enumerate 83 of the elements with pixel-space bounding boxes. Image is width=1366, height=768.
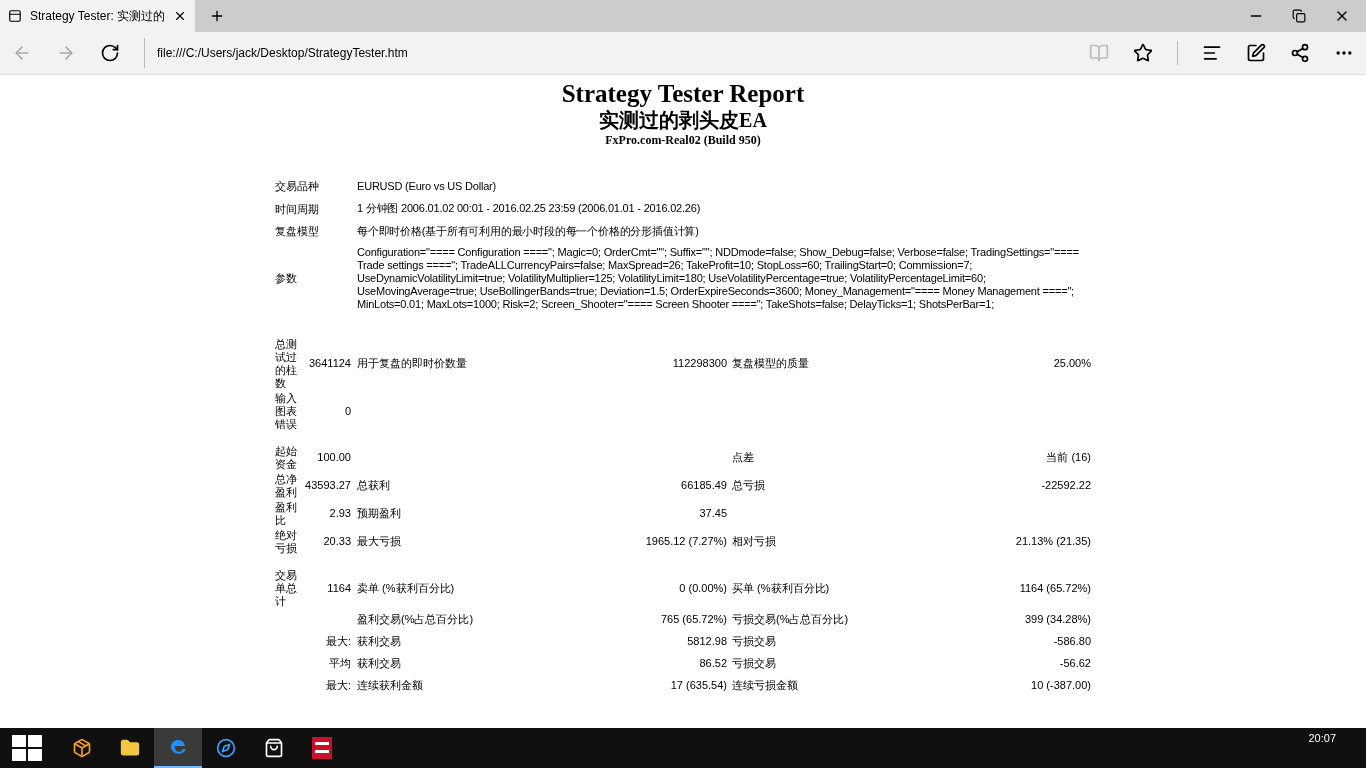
stat-value: 1965.12 (7.27%) <box>645 534 727 550</box>
stat-value: 10 (-387.00) <box>1031 678 1091 694</box>
compass-icon <box>216 738 236 758</box>
stat-value: 100.00 <box>317 451 351 464</box>
stat-label: 盈利比 <box>275 500 297 526</box>
stat-label: 起始资金 <box>275 444 297 470</box>
note-icon[interactable] <box>1246 43 1266 63</box>
stat-value: 1164 (65.72%) <box>1019 580 1091 596</box>
stat-value: 1164 <box>327 581 351 594</box>
field-label: 时间周期 <box>275 201 320 217</box>
stat-value: 20.33 <box>323 535 351 548</box>
folder-icon <box>120 738 140 758</box>
field-value: Configuration="==== Configuration ===="; Magic=0; OrderCmt=""; Suffix=""; NDDmode=false; Show_Debug=false; Verbose=false; TradingSettings="==== Trade settings ===="; TradeALLCurrencyPairs=false; MaxSpread=26; TakeProfit=10; StopLoss=60; TrailingStart=0; Commission=7; UseDynamicVolatilityLimit=true; VolatilityMultiplier=125; VolatilityLimit=180; UseVolatilityPercentage=true; VolatilityPercentageLimit=60; UseMovingAverage=true; UseBollingerBands=true; Deviation=1.5; OrderExpireSeconds=3600; Money_Management="==== Money Management ===="; MinLots=0.01; MaxLots=1000; Risk=2; Screen_Shooter="==== Screen Shooter ===="; TakeShots=false; DelayTicks=1; ShotsPerBar=1; <box>357 245 1080 311</box>
stat-value: 最大: <box>325 679 351 692</box>
stat-value: 112298300 <box>672 356 727 372</box>
stat-label: 盈利交易(%占总百分比) <box>357 612 474 628</box>
stat-label: 亏损交易 <box>732 656 776 672</box>
refresh-icon[interactable] <box>100 43 120 63</box>
stat-label: 交易单总计 <box>275 568 297 607</box>
stat-label: 连续获利金额 <box>357 678 423 694</box>
favorite-icon[interactable] <box>1133 43 1153 63</box>
stat-value: 0 <box>344 404 351 417</box>
stat-value: 25.00% <box>1053 356 1091 372</box>
field-value: 每个即时价格(基于所有可利用的最小时段的每一个价格的分形插值计算) <box>357 224 700 238</box>
package-icon <box>72 738 92 758</box>
stat-label: 连续亏损金额 <box>732 678 798 694</box>
stat-value: 399 (34.28%) <box>1024 612 1091 628</box>
stat-value: 2.93 <box>329 507 351 520</box>
field-label: 复盘模型 <box>275 224 320 239</box>
tab-title: Strategy Tester: 实测过的 <box>29 8 166 25</box>
stat-value: 765 (65.72%) <box>660 612 727 628</box>
stat-label: 输入图表错误 <box>275 391 297 430</box>
page-icon <box>8 9 22 23</box>
stat-label: 预期盈利 <box>357 506 401 522</box>
hub-icon[interactable] <box>1202 43 1222 63</box>
stat-value: 37.45 <box>699 506 727 522</box>
stat-label: 亏损交易(%占总百分比) <box>732 612 849 628</box>
stat-value: 5812.98 <box>687 634 727 650</box>
stat-value: -586.80 <box>1053 634 1091 650</box>
clock: 20:07 <box>1308 731 1337 746</box>
stat-label: 总净盈利 <box>275 472 297 498</box>
field-label: 交易品种 <box>275 179 320 194</box>
stat-label: 卖单 (%获利百分比) <box>357 580 455 596</box>
stat-value: -22592.22 <box>1041 478 1091 494</box>
stat-value: 86.52 <box>699 656 727 672</box>
stat-value: 0 (0.00%) <box>679 580 727 596</box>
stat-label: 用于复盘的即时价数量 <box>357 356 467 372</box>
browser-icon <box>168 737 188 757</box>
stat-label: 最大亏损 <box>357 534 401 550</box>
stat-value: -56.62 <box>1059 656 1091 672</box>
stat-label: 相对亏损 <box>732 534 776 550</box>
stat-value: 平均 <box>329 657 351 670</box>
stat-value: 17 (635.54) <box>670 678 727 694</box>
stat-label: 买单 (%获利百分比) <box>732 580 830 596</box>
stat-value: 3641124 <box>309 357 351 370</box>
stat-value: 当前 (16) <box>1046 450 1091 466</box>
browser-tab[interactable]: Strategy Tester: 实测过的 <box>0 0 195 32</box>
stat-label: 点差 <box>732 450 754 466</box>
stat-label: 获利交易 <box>357 656 401 672</box>
stat-label: 获利交易 <box>357 634 401 650</box>
stat-label: 绝对亏损 <box>275 528 297 554</box>
new-tab-icon[interactable] <box>209 8 225 24</box>
store-icon <box>264 738 284 758</box>
stat-label: 复盘模型的质量 <box>732 356 809 372</box>
stat-label: 总获利 <box>357 478 390 494</box>
stat-label: 亏损交易 <box>732 634 776 650</box>
stat-label: 总测试过的柱数 <box>275 337 297 389</box>
report-subtitle: 实测过的剥头皮EA <box>599 108 767 132</box>
field-value: EURUSD (Euro vs US Dollar) <box>357 179 498 193</box>
report-title: Strategy Tester Report <box>561 80 805 108</box>
close-tab-icon[interactable] <box>173 9 187 23</box>
app-logo-icon <box>312 737 332 759</box>
stat-value: 66185.49 <box>681 478 727 494</box>
server-name: FxPro.com-Real02 (Build 950) <box>605 132 761 148</box>
share-icon[interactable] <box>1290 43 1310 63</box>
field-value: 1 分钟图 2006.01.02 00:01 - 2016.02.25 23:59 (2006.01.01 - 2016.02.26) <box>357 202 702 216</box>
restore-icon[interactable] <box>1292 9 1306 23</box>
field-label: 参数 <box>275 270 298 286</box>
windows-icon <box>12 735 42 761</box>
stat-value: 43593.27 <box>305 479 351 492</box>
stat-value: 最大: <box>325 635 351 648</box>
stat-value: 21.13% (21.35) <box>1015 534 1091 550</box>
stat-label: 总亏损 <box>732 478 765 494</box>
